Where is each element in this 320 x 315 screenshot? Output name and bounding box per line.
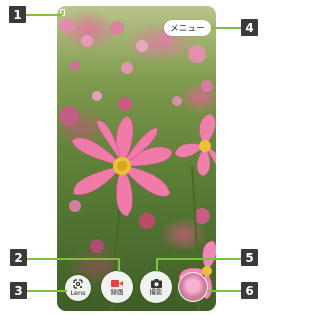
callout-line-6 [207,290,242,292]
callout-line-3 [27,290,67,292]
callout-line-5-drop [156,258,158,272]
callout-badge-1: 1 [9,6,26,23]
photo-label: 撮影 [149,287,163,296]
callout-badge-4: 4 [241,19,258,36]
photo-shutter-button[interactable]: 撮影 [140,271,172,303]
callout-line-1 [26,14,62,16]
callout-line-5 [156,258,242,260]
last-photo-thumbnail[interactable] [178,272,208,302]
video-camera-icon [111,279,123,287]
video-record-button[interactable]: 録画 [101,271,133,303]
flower-scene [59,18,216,311]
menu-button[interactable]: メニュー [164,20,211,36]
lens-button[interactable]: Lens [65,275,91,301]
callout-badge-6: 6 [241,282,258,299]
callout-badge-2: 2 [10,249,27,266]
callout-badge-5: 5 [241,249,258,266]
video-label: 録画 [110,287,124,296]
callout-line-2 [27,258,120,260]
camera-viewfinder[interactable]: メニュー Lens 録画 撮影 [57,6,216,311]
lens-label: Lens [70,289,86,298]
callout-line-4 [211,27,241,29]
callout-line-2-drop [118,258,120,272]
camera-icon [150,278,162,288]
google-lens-icon [73,279,83,289]
callout-badge-3: 3 [10,282,27,299]
